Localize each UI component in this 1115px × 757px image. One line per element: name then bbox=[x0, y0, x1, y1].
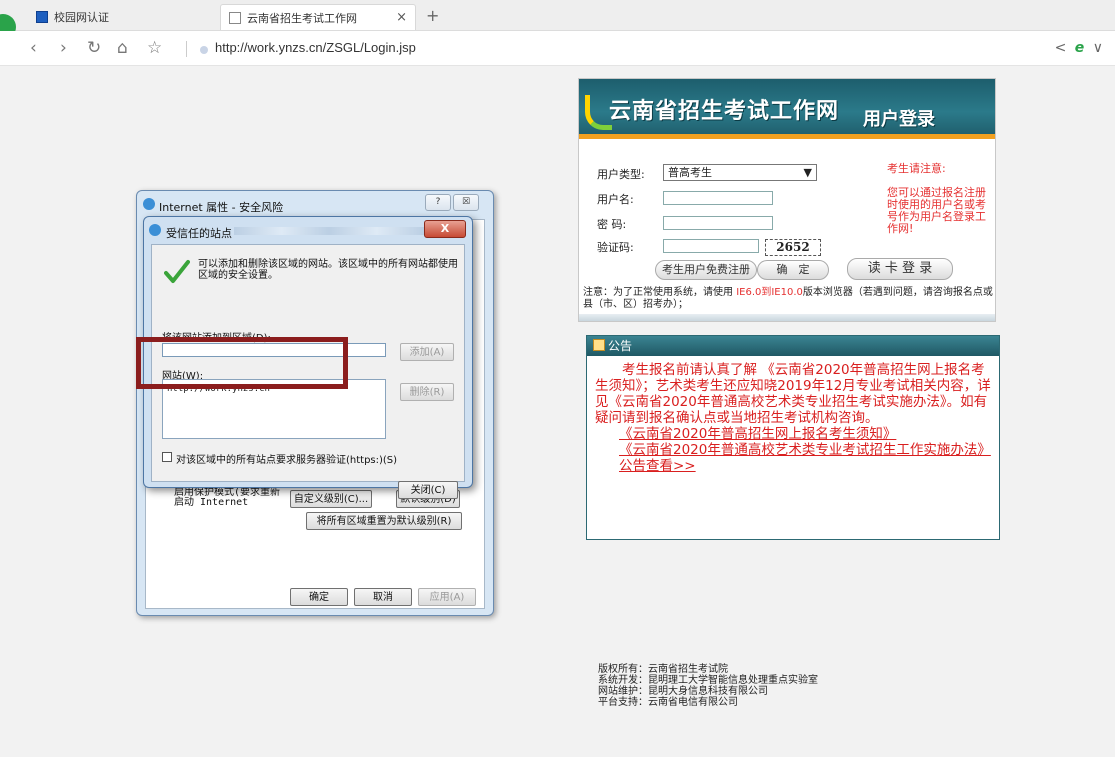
announcement-header: 公告 bbox=[587, 336, 999, 356]
back-icon[interactable]: ‹ bbox=[30, 38, 37, 58]
password-label: 密 码: bbox=[597, 218, 627, 231]
captcha-input[interactable] bbox=[663, 239, 759, 253]
note-browser-range: IE6.0到IE10.0 bbox=[736, 287, 803, 298]
link-exam-notice[interactable]: 《云南省2020年普高招生网上报名考生须知》 bbox=[595, 426, 991, 442]
banner-subtitle: 用户登录 bbox=[863, 109, 935, 130]
footer-copyright: 版权所有：云南省招生考试院 bbox=[598, 664, 728, 675]
user-type-select[interactable]: 普高考生 ▼ bbox=[663, 164, 817, 181]
site-footer: 版权所有：云南省招生考试院 系统开发：昆明理工大学智能信息处理重点实验室 网站维… bbox=[598, 664, 818, 708]
remove-site-button[interactable]: 删除(R) bbox=[400, 383, 454, 401]
trusted-description: 可以添加和删除该区域的网站。该区域中的所有网站都使用区域的安全设置。 bbox=[198, 259, 458, 281]
announcement-icon bbox=[593, 339, 605, 351]
chevron-down-icon: ▼ bbox=[803, 166, 812, 179]
browser-toolbar: ‹ › ↻ ⌂ ☆ http://work.ynzs.cn/ZSGL/Login… bbox=[0, 31, 1115, 66]
banner-stripe bbox=[579, 134, 995, 139]
login-notice: 考生请注意: 您可以通过报名注册时使用的用户名或考号作为用户名登录工作网! bbox=[887, 163, 987, 235]
notice-text: 您可以通过报名注册时使用的用户名或考号作为用户名登录工作网! bbox=[887, 186, 986, 235]
notice-title: 考生请注意: bbox=[887, 162, 946, 175]
address-bar[interactable]: http://work.ynzs.cn/ZSGL/Login.jsp bbox=[215, 40, 416, 55]
favorite-star-icon[interactable]: ☆ bbox=[147, 38, 162, 58]
login-banner: 云南省招生考试工作网 用户登录 bbox=[579, 79, 995, 139]
username-input[interactable] bbox=[663, 191, 773, 205]
dialog-close-button[interactable]: ☒ bbox=[453, 194, 479, 211]
share-icon[interactable]: < bbox=[1055, 40, 1067, 56]
apply-button[interactable]: 应用(A) bbox=[418, 588, 476, 606]
login-panel-bottom bbox=[579, 314, 995, 321]
background-tabs bbox=[234, 227, 424, 235]
help-button[interactable]: ? bbox=[425, 194, 451, 211]
toolbar-right: < e ∨ bbox=[1055, 40, 1103, 56]
captcha-label: 验证码: bbox=[597, 241, 634, 254]
protected-mode-checkbox[interactable]: 启用保护模式(要求重新启动 Internet bbox=[174, 488, 284, 508]
link-view-announcements[interactable]: 公告查看>> bbox=[595, 458, 991, 474]
toolbar-divider bbox=[186, 41, 187, 57]
dialog-title: Internet 属性 - 安全风险 bbox=[159, 201, 284, 214]
new-tab-icon[interactable]: + bbox=[426, 6, 439, 25]
site-info-icon[interactable] bbox=[200, 46, 208, 54]
custom-level-button[interactable]: 自定义级别(C)... bbox=[290, 490, 372, 508]
trusted-sites-icon bbox=[149, 224, 161, 236]
forward-icon[interactable]: › bbox=[60, 38, 67, 58]
reset-all-zones-button[interactable]: 将所有区域重置为默认级别(R) bbox=[306, 512, 462, 530]
footer-platform: 平台支持：云南省电信有限公司 bbox=[598, 697, 738, 708]
link-art-exam-rules[interactable]: 《云南省2020年普通高校艺术类专业考试招生工作实施办法》 bbox=[595, 442, 991, 458]
add-site-button[interactable]: 添加(A) bbox=[400, 343, 454, 361]
https-checkbox[interactable] bbox=[162, 452, 172, 462]
username-label: 用户名: bbox=[597, 193, 634, 206]
tab-ynzs-work[interactable]: 云南省招生考试工作网 × bbox=[220, 4, 416, 30]
page-icon bbox=[229, 11, 241, 24]
browser-note: 注意：为了正常使用系统，请使用 IE6.0到IE10.0版本浏览器（若遇到问题，… bbox=[583, 287, 993, 311]
close-icon[interactable]: X bbox=[424, 220, 466, 238]
site-logo-icon bbox=[585, 95, 612, 130]
cancel-button[interactable]: 取消 bbox=[354, 588, 412, 606]
refresh-icon[interactable]: ↻ bbox=[87, 38, 101, 58]
announcement-text: 考生报名前请认真了解 《云南省2020年普高招生网上报名考生须知》；艺术类考生还… bbox=[595, 362, 991, 426]
internet-options-icon bbox=[143, 198, 155, 210]
register-button[interactable]: 考生用户免费注册 bbox=[655, 260, 757, 280]
login-panel: 云南省招生考试工作网 用户登录 用户类型: 普高考生 ▼ 用户名: 密 码: 验… bbox=[578, 78, 996, 322]
tab-close-icon[interactable]: × bbox=[396, 10, 407, 25]
trusted-dialog-title: 受信任的站点 bbox=[166, 227, 232, 240]
tab-label: 校园网认证 bbox=[54, 11, 109, 24]
announcement-panel: 公告 考生报名前请认真了解 《云南省2020年普高招生网上报名考生须知》；艺术类… bbox=[586, 335, 1000, 540]
menu-chevron-icon[interactable]: ∨ bbox=[1093, 40, 1103, 56]
tab-strip: 校园网认证 云南省招生考试工作网 × + bbox=[0, 0, 1115, 40]
annotation-highlight-box bbox=[136, 337, 348, 389]
engine-icon[interactable]: e bbox=[1075, 40, 1085, 56]
user-type-label: 用户类型: bbox=[597, 168, 645, 181]
footer-maintainer: 网站维护：昆明大身信息科技有限公司 bbox=[598, 686, 768, 697]
ok-button[interactable]: 确定 bbox=[290, 588, 348, 606]
note-prefix: 注意：为了正常使用系统，请使用 bbox=[583, 287, 737, 298]
close-button[interactable]: 关闭(C) bbox=[398, 481, 458, 499]
password-input[interactable] bbox=[663, 216, 773, 230]
announcement-body: 考生报名前请认真了解 《云南省2020年普高招生网上报名考生须知》；艺术类考生还… bbox=[587, 356, 999, 474]
tab-favicon-icon bbox=[36, 11, 48, 23]
user-type-value: 普高考生 bbox=[668, 166, 712, 179]
banner-title: 云南省招生考试工作网 bbox=[609, 99, 840, 124]
tab-campus-auth[interactable]: 校园网认证 bbox=[36, 4, 216, 30]
tab-label: 云南省招生考试工作网 bbox=[247, 11, 357, 25]
captcha-image[interactable]: 2652 bbox=[765, 239, 821, 256]
https-check-label: 对该区域中的所有站点要求服务器验证(https:)(S) bbox=[176, 455, 398, 466]
card-login-button[interactable]: 读 卡 登 录 bbox=[847, 258, 953, 280]
home-icon[interactable]: ⌂ bbox=[117, 38, 128, 58]
footer-developer: 系统开发：昆明理工大学智能信息处理重点实验室 bbox=[598, 675, 818, 686]
confirm-button[interactable]: 确 定 bbox=[757, 260, 829, 280]
announcement-title: 公告 bbox=[608, 339, 633, 353]
checkmark-icon bbox=[164, 260, 190, 283]
